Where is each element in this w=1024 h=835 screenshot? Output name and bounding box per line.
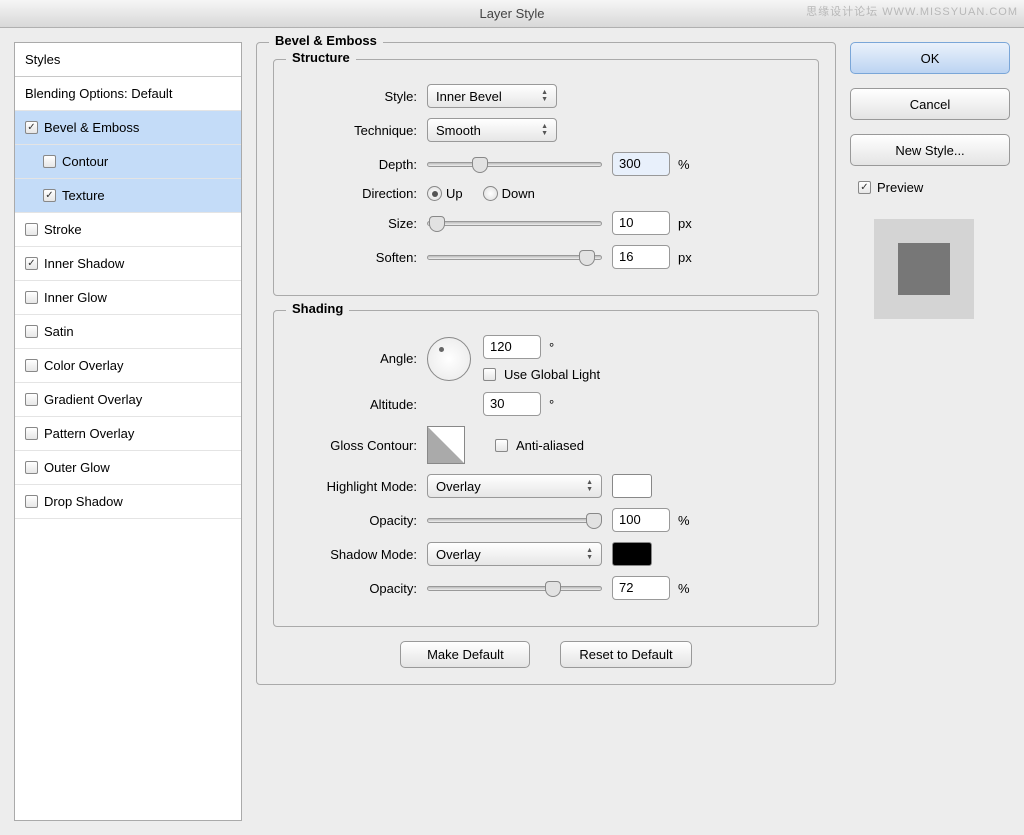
- checkbox-icon[interactable]: [43, 155, 56, 168]
- soften-input[interactable]: 16: [612, 245, 670, 269]
- sidebar-item-satin[interactable]: Satin: [15, 315, 241, 349]
- size-slider[interactable]: [427, 221, 602, 226]
- shadow-color-swatch[interactable]: [612, 542, 652, 566]
- sidebar-item-label: Inner Shadow: [44, 256, 124, 271]
- sidebar-item-color-overlay[interactable]: Color Overlay: [15, 349, 241, 383]
- size-input[interactable]: 10: [612, 211, 670, 235]
- checkbox-icon[interactable]: ✓: [25, 257, 38, 270]
- sidebar-item-label: Outer Glow: [44, 460, 110, 475]
- updown-icon: ▲▼: [586, 547, 593, 561]
- shadow-opacity-slider[interactable]: [427, 586, 602, 591]
- sidebar-header[interactable]: Styles: [15, 43, 241, 77]
- shadow-opacity-input[interactable]: 72: [612, 576, 670, 600]
- checkbox-icon[interactable]: [25, 223, 38, 236]
- sidebar-item-gradient-overlay[interactable]: Gradient Overlay: [15, 383, 241, 417]
- bevel-emboss-group: Bevel & Emboss Structure Style: Inner Be…: [256, 42, 836, 685]
- checkbox-icon[interactable]: [25, 461, 38, 474]
- sidebar-item-outer-glow[interactable]: Outer Glow: [15, 451, 241, 485]
- gloss-contour-picker[interactable]: [427, 426, 465, 464]
- shadow-opacity-label: Opacity:: [292, 581, 427, 596]
- cancel-button[interactable]: Cancel: [850, 88, 1010, 120]
- sidebar-item-inner-shadow[interactable]: ✓ Inner Shadow: [15, 247, 241, 281]
- highlight-opacity-slider[interactable]: [427, 518, 602, 523]
- antialiased-checkbox[interactable]: [495, 439, 508, 452]
- highlight-opacity-input[interactable]: 100: [612, 508, 670, 532]
- sidebar-item-texture[interactable]: ✓ Texture: [15, 179, 241, 213]
- sidebar-item-pattern-overlay[interactable]: Pattern Overlay: [15, 417, 241, 451]
- technique-label: Technique:: [292, 123, 427, 138]
- highlight-color-swatch[interactable]: [612, 474, 652, 498]
- depth-label: Depth:: [292, 157, 427, 172]
- soften-slider[interactable]: [427, 255, 602, 260]
- sidebar-item-contour[interactable]: Contour: [15, 145, 241, 179]
- shading-group: Shading Angle: 120° Use Global Light Alt…: [273, 310, 819, 627]
- watermark-text: 思缘设计论坛 WWW.MISSYUAN.COM: [806, 3, 1018, 19]
- structure-group: Structure Style: Inner Bevel▲▼ Technique…: [273, 59, 819, 296]
- checkbox-icon[interactable]: ✓: [43, 189, 56, 202]
- preview-swatch-inner: [898, 243, 950, 295]
- sidebar-item-label: Pattern Overlay: [44, 426, 134, 441]
- window-title: Layer Style: [479, 6, 544, 21]
- new-style-button[interactable]: New Style...: [850, 134, 1010, 166]
- structure-legend: Structure: [286, 50, 356, 65]
- sidebar-item-bevel-emboss[interactable]: ✓ Bevel & Emboss: [15, 111, 241, 145]
- checkbox-icon[interactable]: [25, 325, 38, 338]
- sidebar-item-label: Gradient Overlay: [44, 392, 142, 407]
- checkbox-icon[interactable]: [25, 291, 38, 304]
- sidebar-item-label: Stroke: [44, 222, 82, 237]
- sidebar-item-label: Satin: [44, 324, 74, 339]
- sidebar-item-label: Texture: [62, 188, 105, 203]
- style-select[interactable]: Inner Bevel▲▼: [427, 84, 557, 108]
- highlight-opacity-label: Opacity:: [292, 513, 427, 528]
- style-label: Style:: [292, 89, 427, 104]
- direction-label: Direction:: [292, 186, 427, 201]
- soften-label: Soften:: [292, 250, 427, 265]
- sidebar-item-label: Color Overlay: [44, 358, 123, 373]
- angle-label: Angle:: [292, 351, 427, 366]
- shadow-mode-label: Shadow Mode:: [292, 547, 427, 562]
- blending-options-item[interactable]: Blending Options: Default: [15, 77, 241, 111]
- reset-default-button[interactable]: Reset to Default: [560, 641, 691, 668]
- checkbox-icon[interactable]: [25, 427, 38, 440]
- updown-icon: ▲▼: [586, 479, 593, 493]
- direction-down-radio[interactable]: [483, 186, 498, 201]
- sidebar-item-label: Contour: [62, 154, 108, 169]
- ok-button[interactable]: OK: [850, 42, 1010, 74]
- highlight-mode-label: Highlight Mode:: [292, 479, 427, 494]
- global-light-checkbox[interactable]: [483, 368, 496, 381]
- preview-label: Preview: [877, 180, 923, 195]
- sidebar-item-label: Bevel & Emboss: [44, 120, 139, 135]
- altitude-label: Altitude:: [292, 397, 427, 412]
- depth-input[interactable]: 300: [612, 152, 670, 176]
- preview-swatch-outer: [874, 219, 974, 319]
- checkbox-icon[interactable]: ✓: [25, 121, 38, 134]
- shadow-mode-select[interactable]: Overlay▲▼: [427, 542, 602, 566]
- highlight-mode-select[interactable]: Overlay▲▼: [427, 474, 602, 498]
- make-default-button[interactable]: Make Default: [400, 641, 530, 668]
- updown-icon: ▲▼: [541, 123, 548, 137]
- sidebar-item-drop-shadow[interactable]: Drop Shadow: [15, 485, 241, 519]
- updown-icon: ▲▼: [541, 89, 548, 103]
- sidebar-item-label: Drop Shadow: [44, 494, 123, 509]
- styles-sidebar: Styles Blending Options: Default ✓ Bevel …: [14, 42, 242, 821]
- shading-legend: Shading: [286, 301, 349, 316]
- angle-dial[interactable]: [427, 337, 471, 381]
- size-label: Size:: [292, 216, 427, 231]
- gloss-contour-label: Gloss Contour:: [292, 438, 427, 453]
- angle-input[interactable]: 120: [483, 335, 541, 359]
- checkbox-icon[interactable]: [25, 393, 38, 406]
- checkbox-icon[interactable]: [25, 495, 38, 508]
- checkbox-icon[interactable]: [25, 359, 38, 372]
- sidebar-item-stroke[interactable]: Stroke: [15, 213, 241, 247]
- preview-checkbox[interactable]: ✓: [858, 181, 871, 194]
- sidebar-item-label: Inner Glow: [44, 290, 107, 305]
- technique-select[interactable]: Smooth▲▼: [427, 118, 557, 142]
- altitude-input[interactable]: 30: [483, 392, 541, 416]
- sidebar-item-inner-glow[interactable]: Inner Glow: [15, 281, 241, 315]
- direction-up-radio[interactable]: [427, 186, 442, 201]
- group-legend: Bevel & Emboss: [269, 33, 383, 48]
- depth-slider[interactable]: [427, 162, 602, 167]
